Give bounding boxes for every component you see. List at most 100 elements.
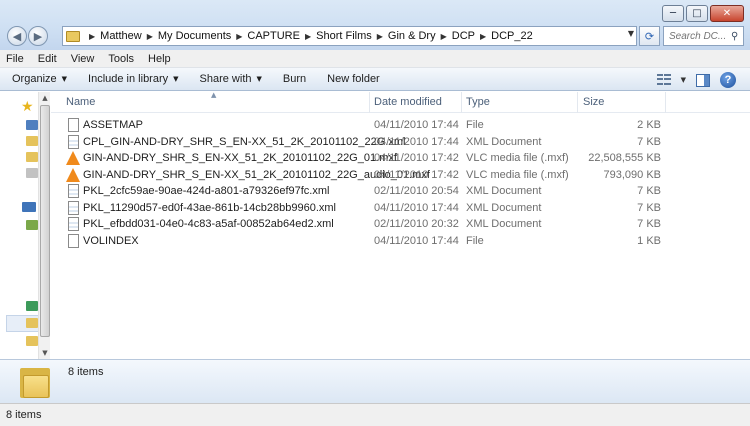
- column-type[interactable]: Type: [466, 96, 490, 108]
- chevron-right-icon[interactable]: ▶: [147, 32, 153, 41]
- command-bar: Organize ▼ Include in library ▼ Share wi…: [0, 68, 750, 91]
- file-date: 04/11/2010 17:44: [374, 234, 459, 247]
- scroll-up-icon[interactable]: ▲: [39, 92, 51, 104]
- file-size: 7 KB: [637, 218, 661, 230]
- burn-label: Burn: [282, 73, 307, 85]
- table-row[interactable]: GIN-AND-DRY_SHR_S_EN-XX_51_2K_20101102_2…: [51, 150, 750, 167]
- folder-icon[interactable]: [26, 336, 38, 346]
- refresh-button[interactable]: ⟳: [639, 26, 660, 46]
- file-size: 7 KB: [637, 185, 661, 197]
- view-dropdown-icon[interactable]: ▼: [681, 76, 686, 84]
- breadcrumb-item-matthew[interactable]: Matthew: [100, 30, 142, 42]
- folder-icon[interactable]: [26, 152, 38, 162]
- file-size: 7 KB: [637, 135, 661, 148]
- close-button[interactable]: ✕: [710, 5, 744, 22]
- table-row[interactable]: ASSETMAP 04/11/2010 17:44 File 2 KB: [51, 117, 750, 134]
- table-row[interactable]: GIN-AND-DRY_SHR_S_EN-XX_51_2K_20101102_2…: [51, 167, 750, 184]
- column-name[interactable]: Name: [66, 96, 95, 108]
- preview-pane-icon[interactable]: [696, 73, 710, 87]
- file-type: File: [466, 119, 484, 131]
- new-folder-button[interactable]: New folder: [327, 73, 380, 85]
- menu-bar: File Edit View Tools Help: [0, 50, 750, 68]
- status-bar: 8 items: [0, 403, 750, 426]
- file-size: 793,090 KB: [603, 168, 662, 181]
- organize-button[interactable]: Organize ▼: [12, 73, 67, 85]
- table-row[interactable]: VOLINDEX 04/11/2010 17:44 File 1 KB: [51, 233, 750, 250]
- menu-file[interactable]: File: [6, 53, 24, 65]
- chevron-right-icon[interactable]: ▶: [480, 32, 486, 41]
- chevron-down-icon: ▼: [173, 75, 179, 83]
- folder-icon[interactable]: [26, 318, 38, 328]
- chevron-right-icon[interactable]: ▶: [236, 32, 242, 41]
- file-type: XML Document: [466, 218, 542, 230]
- chevron-down-icon: ▼: [61, 75, 68, 83]
- scroll-down-icon[interactable]: ▼: [39, 347, 51, 359]
- column-divider[interactable]: [369, 92, 370, 113]
- maximize-button[interactable]: □: [686, 5, 708, 22]
- file-name: PKL_11290d57-ed0f-43ae-861b-14cb28bb9960…: [83, 201, 336, 214]
- table-row[interactable]: PKL_11290d57-ed0f-43ae-861b-14cb28bb9960…: [51, 200, 750, 217]
- file-name: PKL_2cfc59ae-90ae-424d-a801-a79326ef97fc…: [83, 185, 330, 197]
- sort-ascending-icon: ▲: [211, 91, 217, 99]
- folder-icon[interactable]: [26, 136, 38, 146]
- breadcrumb-item-capture[interactable]: CAPTURE: [247, 30, 300, 42]
- column-size[interactable]: Size: [583, 96, 604, 108]
- breadcrumb-item-gin-and-dry[interactable]: Gin & Dry: [388, 30, 436, 42]
- folder-icon[interactable]: [26, 168, 38, 178]
- table-row[interactable]: PKL_2cfc59ae-90ae-424d-a801-a79326ef97fc…: [51, 183, 750, 200]
- file-date: 04/11/2010 17:42: [374, 168, 459, 181]
- search-input[interactable]: [669, 30, 731, 42]
- breadcrumb-item-my-documents[interactable]: My Documents: [158, 30, 231, 42]
- column-divider[interactable]: [577, 92, 578, 113]
- file-date: 04/11/2010 17:44: [374, 135, 459, 148]
- chevron-right-icon[interactable]: ▶: [89, 32, 95, 41]
- minimize-button[interactable]: ─: [662, 5, 684, 22]
- address-dropdown-icon[interactable]: ▼: [628, 29, 634, 38]
- burn-button[interactable]: Burn: [283, 73, 306, 85]
- details-item-count: 8 items: [68, 366, 104, 378]
- menu-tools[interactable]: Tools: [108, 53, 134, 65]
- address-bar[interactable]: ▶ Matthew ▶ My Documents ▶ CAPTURE ▶ Sho…: [62, 26, 637, 46]
- file-type: XML Document: [466, 185, 542, 197]
- forward-button[interactable]: ▶: [28, 26, 48, 46]
- change-view-icon[interactable]: [656, 74, 671, 86]
- column-divider[interactable]: [665, 92, 666, 113]
- help-icon[interactable]: ?: [720, 72, 736, 88]
- nav-scrollbar[interactable]: ▲ ▼: [38, 92, 50, 359]
- desktop-icon[interactable]: [26, 120, 38, 130]
- menu-view[interactable]: View: [71, 53, 95, 65]
- favorites-star-icon[interactable]: ★: [21, 100, 34, 114]
- generic-file-icon: [68, 233, 79, 248]
- drive-icon[interactable]: [26, 220, 38, 230]
- search-icon[interactable]: ⚲: [731, 31, 738, 42]
- breadcrumb-item-dcp[interactable]: DCP: [452, 30, 475, 42]
- menu-edit[interactable]: Edit: [38, 53, 57, 65]
- breadcrumb-item-short-films[interactable]: Short Films: [316, 30, 372, 42]
- vlc-media-icon: [66, 151, 80, 165]
- details-pane: 8 items: [0, 359, 750, 403]
- menu-help[interactable]: Help: [148, 53, 171, 65]
- chevron-right-icon[interactable]: ▶: [441, 32, 447, 41]
- table-row[interactable]: PKL_efbdd031-04e0-4c83-a5af-00852ab64ed2…: [51, 216, 750, 233]
- back-button[interactable]: ◀: [7, 26, 27, 46]
- chevron-right-icon[interactable]: ▶: [377, 32, 383, 41]
- network-icon[interactable]: [26, 301, 38, 311]
- file-name: ASSETMAP: [83, 119, 143, 131]
- share-with-button[interactable]: Share with ▼: [200, 73, 262, 85]
- include-in-library-button[interactable]: Include in library ▼: [88, 73, 178, 85]
- file-date: 04/11/2010 17:44: [374, 201, 459, 214]
- xml-document-icon: [68, 134, 79, 149]
- file-date: 04/11/2010 17:44: [374, 119, 459, 131]
- xml-document-icon: [68, 217, 79, 231]
- scroll-thumb[interactable]: [40, 105, 50, 337]
- xml-document-icon: [68, 184, 79, 198]
- column-date-modified[interactable]: Date modified: [374, 96, 442, 108]
- vlc-media-icon: [66, 167, 80, 182]
- file-type: File: [466, 234, 484, 247]
- table-row[interactable]: CPL_GIN-AND-DRY_SHR_S_EN-XX_51_2K_201011…: [51, 134, 750, 151]
- breadcrumb-item-dcp-22[interactable]: DCP_22: [491, 30, 533, 42]
- chevron-right-icon[interactable]: ▶: [305, 32, 311, 41]
- column-divider[interactable]: [461, 92, 462, 113]
- search-box[interactable]: ⚲: [663, 26, 744, 46]
- computer-icon[interactable]: [22, 202, 36, 212]
